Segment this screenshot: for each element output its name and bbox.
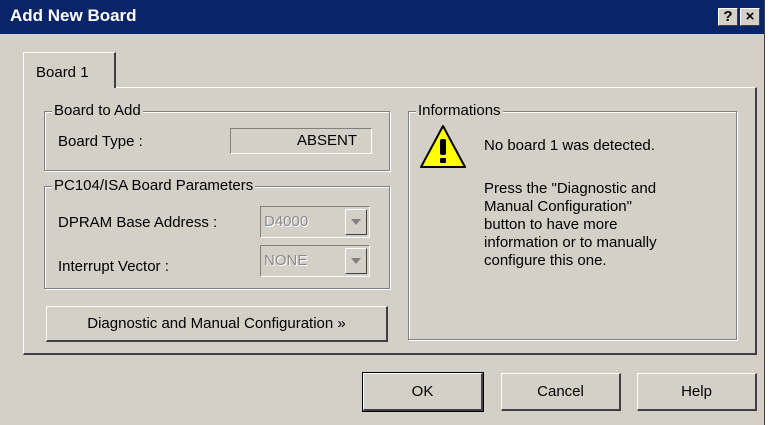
ok-button[interactable]: OK xyxy=(362,372,484,412)
close-icon[interactable]: × xyxy=(740,8,760,26)
tab-panel xyxy=(23,87,757,355)
cancel-button[interactable]: Cancel xyxy=(501,373,621,411)
tab-label: Board 1 xyxy=(36,64,89,81)
help-icon[interactable]: ? xyxy=(718,8,738,26)
dialog-window: Add New Board ? × Board 1 Board to Add B… xyxy=(0,0,765,425)
help-button[interactable]: Help xyxy=(637,373,757,411)
title-bar[interactable]: Add New Board ? × xyxy=(0,0,764,34)
window-title: Add New Board xyxy=(10,6,137,25)
tab-board-1[interactable]: Board 1 xyxy=(23,52,116,88)
